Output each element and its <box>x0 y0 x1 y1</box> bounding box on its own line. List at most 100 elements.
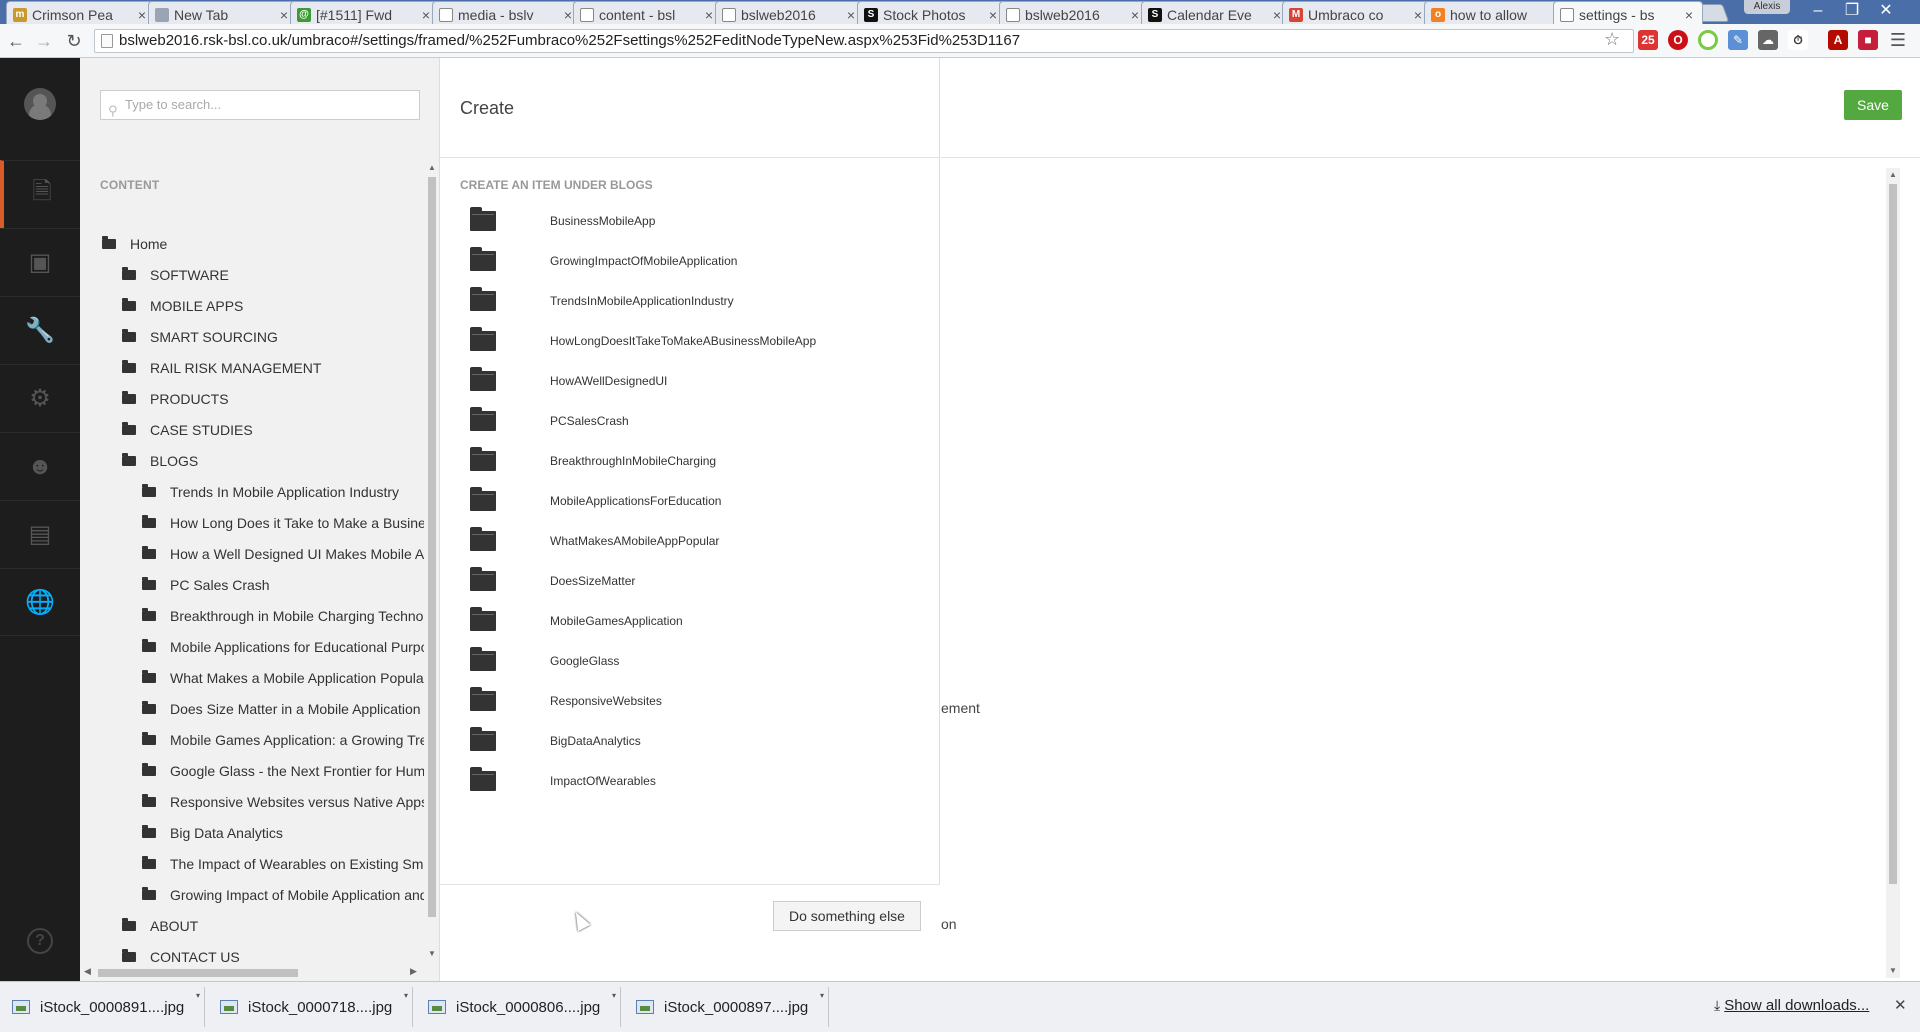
document-type-item[interactable]: GoogleGlass <box>470 646 619 676</box>
tree-node[interactable]: ABOUT <box>122 915 198 937</box>
tree-node[interactable]: Responsive Websites versus Native Apps <box>142 791 424 813</box>
tree-node[interactable]: Google Glass - the Next Frontier for Hum… <box>142 760 424 782</box>
tree-node[interactable]: CONTACT US <box>122 946 240 968</box>
bookmark-star-icon[interactable]: ☆ <box>1604 29 1620 50</box>
members-card-icon[interactable]: ▤ <box>0 500 80 568</box>
tree-node[interactable]: SOFTWARE <box>122 264 229 286</box>
tree-node[interactable]: Home <box>102 233 167 255</box>
save-button[interactable]: Save <box>1844 90 1902 120</box>
browser-tab[interactable]: New Tab × <box>148 1 298 24</box>
restore-icon[interactable]: ❐ <box>1838 0 1866 22</box>
menu-icon[interactable]: ☰ <box>1888 30 1908 50</box>
developer-wrench-icon[interactable]: 🔧 <box>0 296 80 364</box>
download-item[interactable]: iStock_0000806....jpg ▾ <box>416 987 621 1027</box>
chevron-down-icon[interactable]: ▾ <box>404 991 408 1000</box>
chevron-down-icon[interactable]: ▾ <box>612 991 616 1000</box>
document-type-item[interactable]: BusinessMobileApp <box>470 206 655 236</box>
tree-search-input[interactable]: ⚲ Type to search... <box>100 90 420 120</box>
document-type-item[interactable]: BigDataAnalytics <box>470 726 641 756</box>
document-type-item[interactable]: MobileApplicationsForEducation <box>470 486 721 516</box>
document-type-item[interactable]: ResponsiveWebsites <box>470 686 662 716</box>
timer-extension-icon[interactable]: ⏱ <box>1788 30 1808 50</box>
close-window-icon[interactable]: ✕ <box>1872 0 1900 22</box>
close-tab-icon[interactable]: × <box>702 7 716 23</box>
profile-button[interactable]: Alexis <box>1744 0 1790 14</box>
status-extension-icon[interactable] <box>1698 30 1718 50</box>
document-type-item[interactable]: BreakthroughInMobileCharging <box>470 446 716 476</box>
media-section-icon[interactable]: ▣ <box>0 228 80 296</box>
forward-icon[interactable]: → <box>32 29 56 53</box>
cloud-extension-icon[interactable]: ☁ <box>1758 30 1778 50</box>
close-tab-icon[interactable]: × <box>844 7 858 23</box>
browser-tab[interactable]: media - bslv × <box>432 1 582 24</box>
chevron-down-icon[interactable]: ▾ <box>820 991 824 1000</box>
document-type-item[interactable]: HowLongDoesItTakeToMakeABusinessMobileAp… <box>470 326 816 356</box>
document-type-item[interactable]: WhatMakesAMobileAppPopular <box>470 526 719 556</box>
tree-node[interactable]: SMART SOURCING <box>122 326 278 348</box>
document-type-item[interactable]: ImpactOfWearables <box>470 766 656 796</box>
close-tab-icon[interactable]: × <box>135 7 149 23</box>
browser-tab[interactable]: settings - bs × <box>1553 1 1703 24</box>
tree-node[interactable]: Trends In Mobile Application Industry <box>142 481 399 503</box>
browser-tab[interactable]: content - bsl × <box>573 1 723 24</box>
avatar[interactable] <box>24 88 56 120</box>
close-tab-icon[interactable]: × <box>986 7 1000 23</box>
browser-tab[interactable]: S Stock Photos × <box>857 1 1007 24</box>
back-icon[interactable]: ← <box>4 29 28 53</box>
address-bar[interactable]: bslweb2016.rsk-bsl.co.uk/umbraco#/settin… <box>94 29 1634 53</box>
tree-node[interactable]: PRODUCTS <box>122 388 229 410</box>
close-tab-icon[interactable]: × <box>419 7 433 23</box>
browser-tab[interactable]: @ [#1511] Fwd × <box>290 1 440 24</box>
help-icon[interactable]: ? <box>27 928 53 954</box>
document-type-item[interactable]: TrendsInMobileApplicationIndustry <box>470 286 734 316</box>
download-item[interactable]: iStock_0000897....jpg ▾ <box>624 987 829 1027</box>
document-type-item[interactable]: DoesSizeMatter <box>470 566 635 596</box>
tree-node[interactable]: What Makes a Mobile Application Popular <box>142 667 424 689</box>
tree-node[interactable]: Breakthrough in Mobile Charging Technolo… <box>142 605 424 627</box>
editor-scrollbar[interactable]: ▲ ▼ <box>1886 168 1900 978</box>
content-section-icon[interactable]: 🗎 <box>0 160 80 228</box>
reload-icon[interactable]: ↻ <box>62 29 86 53</box>
translation-globe-icon[interactable]: 🌐 <box>0 568 80 636</box>
browser-tab[interactable]: m Crimson Pea × <box>6 1 156 24</box>
tree-node[interactable]: Mobile Games Application: a Growing Tren… <box>142 729 424 751</box>
do-something-else-button[interactable]: Do something else <box>773 901 921 931</box>
tree-node[interactable]: BLOGS <box>122 450 198 472</box>
document-type-item[interactable]: HowAWellDesignedUI <box>470 366 667 396</box>
document-type-item[interactable]: MobileGamesApplication <box>470 606 683 636</box>
document-type-item[interactable]: PCSalesCrash <box>470 406 629 436</box>
tree-node[interactable]: Big Data Analytics <box>142 822 283 844</box>
tree-node[interactable]: How Long Does it Take to Make a Business… <box>142 512 424 534</box>
browser-tab[interactable]: S Calendar Eve × <box>1141 1 1291 24</box>
tree-node[interactable]: RAIL RISK MANAGEMENT <box>122 357 321 379</box>
browser-tab[interactable]: bslweb2016 × <box>999 1 1149 24</box>
close-tab-icon[interactable]: × <box>277 7 291 23</box>
chevron-down-icon[interactable]: ▾ <box>196 991 200 1000</box>
lastpass-extension-icon[interactable]: ■ <box>1858 30 1878 50</box>
calendar-extension-icon[interactable]: 25 <box>1638 30 1658 50</box>
tree-node[interactable]: Mobile Applications for Educational Purp… <box>142 636 424 658</box>
download-item[interactable]: iStock_0000718....jpg ▾ <box>208 987 413 1027</box>
tree-horizontal-scrollbar[interactable]: ◀ ▶ <box>82 966 422 980</box>
browser-tab[interactable]: M Umbraco co × <box>1282 1 1432 24</box>
users-icon[interactable]: ☻ <box>0 432 80 500</box>
tree-node[interactable]: MOBILE APPS <box>122 295 243 317</box>
download-item[interactable]: iStock_0000891....jpg ▾ <box>0 987 205 1027</box>
tree-vertical-scrollbar[interactable]: ▲ ▼ <box>425 161 439 961</box>
settings-gear-icon[interactable]: ⚙ <box>0 364 80 432</box>
close-tab-icon[interactable]: × <box>1128 7 1142 23</box>
close-tab-icon[interactable]: × <box>1682 7 1696 23</box>
close-shelf-icon[interactable]: ✕ <box>1894 996 1907 1014</box>
tree-node[interactable]: How a Well Designed UI Makes Mobile Apps <box>142 543 424 565</box>
close-tab-icon[interactable]: × <box>1411 7 1425 23</box>
document-type-item[interactable]: GrowingImpactOfMobileApplication <box>470 246 737 276</box>
minimize-icon[interactable]: – <box>1804 0 1832 22</box>
tree-node[interactable]: Growing Impact of Mobile Application and <box>142 884 424 906</box>
tree-node[interactable]: CASE STUDIES <box>122 419 253 441</box>
tools-extension-icon[interactable]: ✎ <box>1728 30 1748 50</box>
tree-node[interactable]: The Impact of Wearables on Existing Smar… <box>142 853 424 875</box>
tree-node[interactable]: PC Sales Crash <box>142 574 270 596</box>
browser-tab[interactable]: bslweb2016 × <box>715 1 865 24</box>
pdf-extension-icon[interactable]: A <box>1828 30 1848 50</box>
browser-tab[interactable]: ohow to allow× <box>1424 1 1574 24</box>
